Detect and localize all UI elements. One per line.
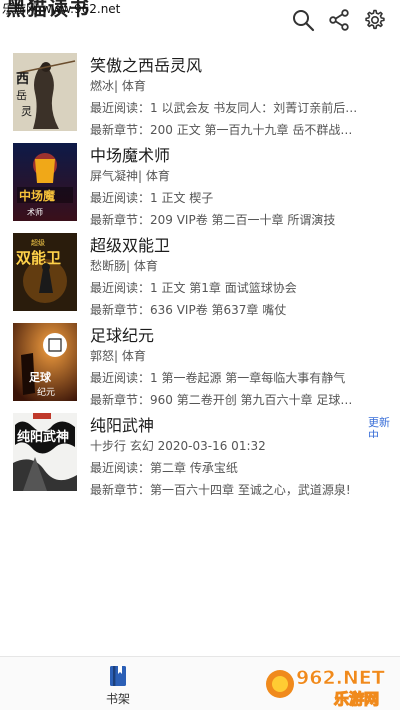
svg-text:西: 西 [16, 72, 29, 87]
share-icon[interactable] [327, 8, 351, 32]
book-title: 足球纪元 [90, 326, 155, 345]
svg-text:灵: 灵 [21, 105, 32, 118]
book-recent-chapter: 最近阅读：1 以武会友 书友同人：刘菁订亲前后那些... [90, 101, 360, 115]
book-author: 屏气凝神| 体育 [90, 169, 170, 183]
book-title: 笑傲之西岳灵风 [90, 56, 203, 75]
watermark-text: 乐游网 www.962.net [2, 2, 121, 16]
book-recent-chapter: 最近阅读：1 第一卷起源 第一章每临大事有静气 [90, 371, 346, 385]
book-cover: 足球 纪元 [13, 323, 77, 401]
svg-text:中场魔: 中场魔 [19, 188, 56, 203]
book-title: 超级双能卫 [90, 236, 171, 255]
tab-bookshelf-label: 书架 [105, 692, 130, 706]
book-recent-chapter: 最近阅读：第二章 传承宝纸 [90, 461, 238, 475]
book-latest-chapter: 最新章节：第一百六十四章 至诚之心，武道源泉! [90, 483, 351, 497]
bookshelf-list: 西 岳 灵 笑傲之西岳灵风 燃冰| 体育 最近阅读：1 以武会友 书友同人：刘菁… [0, 44, 400, 497]
book-cover: 纯阳武神 [13, 413, 77, 491]
svg-text:岳: 岳 [16, 89, 27, 102]
logo-text: 962.NET [296, 667, 385, 689]
book-author: 燃冰| 体育 [90, 79, 146, 93]
book-item[interactable]: 纯阳武神 纯阳武神 更新中 十步行 玄幻 2020-03-16 01:32 最近… [0, 404, 400, 497]
book-cover: 超级 双能卫 [13, 233, 77, 311]
book-recent-chapter: 最近阅读：1 正文 楔子 [90, 191, 214, 205]
book-cover: 西 岳 灵 [13, 53, 77, 131]
svg-text:超级: 超级 [31, 238, 45, 247]
book-title: 中场魔术师 [90, 146, 171, 165]
book-author: 郭怒| 体育 [90, 349, 146, 363]
svg-text:双能卫: 双能卫 [16, 249, 61, 267]
book-author: 愁断肠| 体育 [90, 259, 158, 273]
svg-text:纪元: 纪元 [37, 386, 55, 398]
book-item[interactable]: 足球 纪元 足球纪元 郭怒| 体育 最近阅读：1 第一卷起源 第一章每临大事有静… [0, 314, 400, 407]
svg-text:纯阳武神: 纯阳武神 [17, 429, 69, 445]
logo-subtext: 乐游网 [334, 690, 379, 708]
book-cover: 中场魔 术师 [13, 143, 77, 221]
book-title: 纯阳武神 [90, 416, 155, 435]
settings-icon[interactable] [362, 8, 386, 32]
bookshelf-icon [110, 666, 126, 686]
update-badge: 更新中 [368, 416, 390, 438]
book-recent-chapter: 最近阅读：1 正文 第1章 面试篮球协会 [90, 281, 297, 295]
tab-bookshelf[interactable]: 书架 [96, 663, 140, 707]
site-logo: 962.NET 乐游网 [262, 660, 398, 708]
book-item[interactable]: 超级 双能卫 超级双能卫 愁断肠| 体育 最近阅读：1 正文 第1章 面试篮球协… [0, 224, 400, 317]
search-icon[interactable] [291, 8, 315, 32]
book-author: 十步行 玄幻 2020-03-16 01:32 [90, 439, 266, 453]
svg-text:足球: 足球 [29, 370, 52, 384]
book-item[interactable]: 中场魔 术师 中场魔术师 屏气凝神| 体育 最近阅读：1 正文 楔子 最新章节：… [0, 134, 400, 227]
screen: 黑猫读书 乐游网 www.962.net 西 岳 灵 笑傲之西岳灵风 燃冰| 体… [0, 0, 400, 710]
svg-text:术师: 术师 [27, 207, 43, 217]
book-item[interactable]: 西 岳 灵 笑傲之西岳灵风 燃冰| 体育 最近阅读：1 以武会友 书友同人：刘菁… [0, 44, 400, 137]
